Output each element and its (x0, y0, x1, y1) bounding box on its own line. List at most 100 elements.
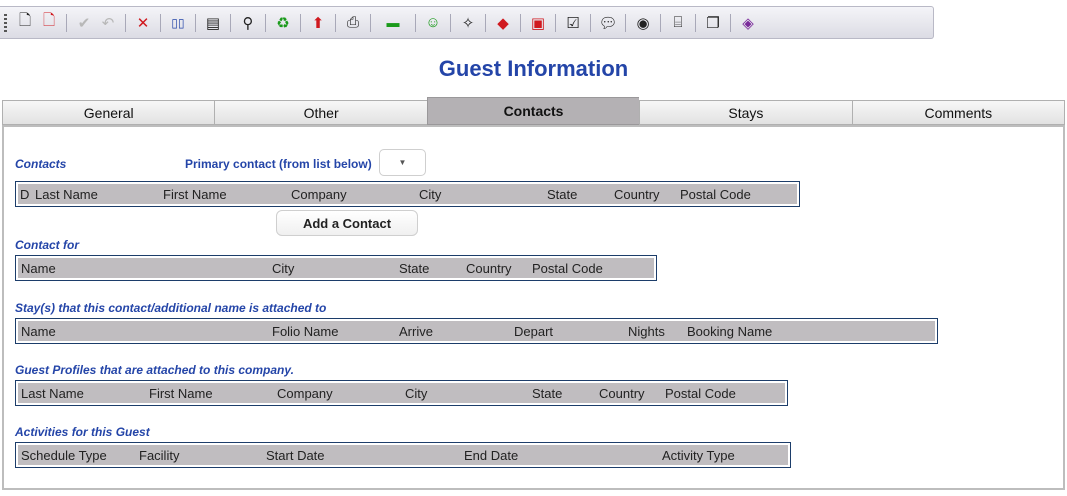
tab-contacts[interactable]: Contacts (426, 97, 640, 125)
add-contact-button[interactable]: Add a Contact (276, 210, 418, 236)
tag-icon[interactable]: ◆ (491, 11, 515, 35)
contacts-panel: Contacts Primary contact (from list belo… (2, 125, 1065, 490)
activities-section-label: Activities for this Guest (15, 425, 150, 439)
toolbar-separator (230, 13, 231, 32)
column-header[interactable]: City (405, 386, 427, 401)
stays-grid[interactable]: Name Folio Name Arrive Depart Nights Boo… (15, 318, 938, 344)
column-header[interactable]: Activity Type (662, 448, 735, 463)
column-header[interactable]: End Date (464, 448, 518, 463)
tab-other[interactable]: Other (214, 100, 427, 125)
tab-general[interactable]: General (2, 100, 215, 125)
toolbar-separator (730, 13, 731, 32)
magic-wand-icon[interactable]: ✧ (456, 11, 480, 35)
column-header[interactable]: Name (21, 324, 56, 339)
toolbar-separator (160, 13, 161, 32)
column-header[interactable]: Booking Name (687, 324, 772, 339)
toolbar-separator (555, 13, 556, 32)
toolbar-separator (485, 13, 486, 32)
contact-for-grid-header: Name City State Country Postal Code (18, 258, 654, 278)
column-header[interactable]: D (20, 187, 29, 202)
money-icon[interactable]: ▬ (376, 11, 410, 35)
column-header[interactable]: Country (614, 187, 660, 202)
activities-grid-header: Schedule Type Facility Start Date End Da… (18, 445, 788, 465)
find-add-icon[interactable]: ⚲ (236, 11, 260, 35)
toolbar-grip[interactable] (4, 13, 7, 32)
speech-icon[interactable]: 💬︎ (596, 11, 620, 35)
column-header[interactable]: Arrive (399, 324, 433, 339)
column-header[interactable]: Company (277, 386, 333, 401)
toolbar-separator (415, 13, 416, 32)
refresh-money-icon[interactable]: ♻ (271, 11, 295, 35)
toolbar-separator (335, 13, 336, 32)
stays-section-label: Stay(s) that this contact/additional nam… (15, 301, 327, 315)
column-header[interactable]: Company (291, 187, 347, 202)
column-header[interactable]: Folio Name (272, 324, 338, 339)
column-header[interactable]: Start Date (266, 448, 325, 463)
toolbar-separator (590, 13, 591, 32)
activities-grid[interactable]: Schedule Type Facility Start Date End Da… (15, 442, 791, 468)
new-document-alt-icon[interactable]: 🗋 (37, 11, 61, 35)
book-icon[interactable]: ◈ (736, 11, 760, 35)
column-header[interactable]: Nights (628, 324, 665, 339)
toolbar-separator (66, 13, 67, 32)
contacts-grid-header: D Last Name First Name Company City Stat… (18, 184, 797, 204)
contacts-section-label: Contacts (15, 157, 67, 171)
contact-for-grid[interactable]: Name City State Country Postal Code (15, 255, 657, 281)
chevron-down-icon: ▼ (398, 158, 407, 167)
upload-icon[interactable]: ⬆ (306, 11, 330, 35)
tab-comments[interactable]: Comments (851, 100, 1066, 125)
column-header[interactable]: Country (466, 261, 512, 276)
contacts-grid[interactable]: D Last Name First Name Company City Stat… (15, 181, 800, 207)
column-header[interactable]: Postal Code (532, 261, 603, 276)
column-header[interactable]: First Name (163, 187, 227, 202)
column-header[interactable]: State (532, 386, 562, 401)
toolbar-separator (625, 13, 626, 32)
checklist-icon[interactable]: ☑ (561, 11, 585, 35)
stays-grid-header: Name Folio Name Arrive Depart Nights Boo… (18, 321, 935, 341)
profiles-grid[interactable]: Last Name First Name Company City State … (15, 380, 788, 406)
toolbar-separator (450, 13, 451, 32)
tab-stays[interactable]: Stays (639, 100, 852, 125)
column-header[interactable]: Last Name (35, 187, 98, 202)
column-header[interactable]: First Name (149, 386, 213, 401)
column-header[interactable]: Postal Code (665, 386, 736, 401)
delete-icon[interactable]: ✕ (131, 11, 155, 35)
compare-icon[interactable]: ▯▯ (166, 11, 190, 35)
column-header[interactable]: Last Name (21, 386, 84, 401)
scroll-icon[interactable]: ⌸ (666, 11, 690, 35)
note-icon[interactable]: ▤ (201, 11, 225, 35)
column-header[interactable]: City (272, 261, 294, 276)
column-header[interactable]: Postal Code (680, 187, 751, 202)
profiles-grid-header: Last Name First Name Company City State … (18, 383, 785, 403)
toolbar-separator (300, 13, 301, 32)
smiley-icon[interactable]: ☺ (421, 11, 445, 35)
copy-icon[interactable]: ❐ (701, 11, 725, 35)
column-header[interactable]: Facility (139, 448, 179, 463)
printer-icon[interactable]: ⎙ (341, 11, 365, 35)
page-title: Guest Information (438, 56, 629, 81)
toolbar: 🗋 🗋 ✔ ↶ ✕ ▯▯ ▤ ⚲ ♻ ⬆ ⎙ ▬ ☺ ✧ ◆ ▣ ☑ 💬︎ ◉ … (0, 6, 934, 39)
contact-for-section-label: Contact for (15, 238, 79, 252)
toolbar-separator (195, 13, 196, 32)
undo-icon[interactable]: ↶ (96, 11, 120, 35)
toolbar-separator (125, 13, 126, 32)
toolbar-separator (520, 13, 521, 32)
column-header[interactable]: Country (599, 386, 645, 401)
tab-bar: General Other Contacts Stays Comments (2, 97, 1066, 125)
column-header[interactable]: Depart (514, 324, 553, 339)
camera-icon[interactable]: ◉ (631, 11, 655, 35)
toolbar-separator (265, 13, 266, 32)
toolbar-separator (695, 13, 696, 32)
column-header[interactable]: City (419, 187, 441, 202)
primary-contact-dropdown[interactable]: ▼ (379, 149, 426, 176)
toolbar-separator (370, 13, 371, 32)
toolbar-separator (660, 13, 661, 32)
column-header[interactable]: Schedule Type (21, 448, 107, 463)
check-icon[interactable]: ✔ (72, 11, 96, 35)
primary-contact-label: Primary contact (from list below) (185, 157, 372, 171)
column-header[interactable]: State (399, 261, 429, 276)
bag-icon[interactable]: ▣ (526, 11, 550, 35)
new-document-icon[interactable]: 🗋 (13, 11, 37, 35)
column-header[interactable]: Name (21, 261, 56, 276)
column-header[interactable]: State (547, 187, 577, 202)
